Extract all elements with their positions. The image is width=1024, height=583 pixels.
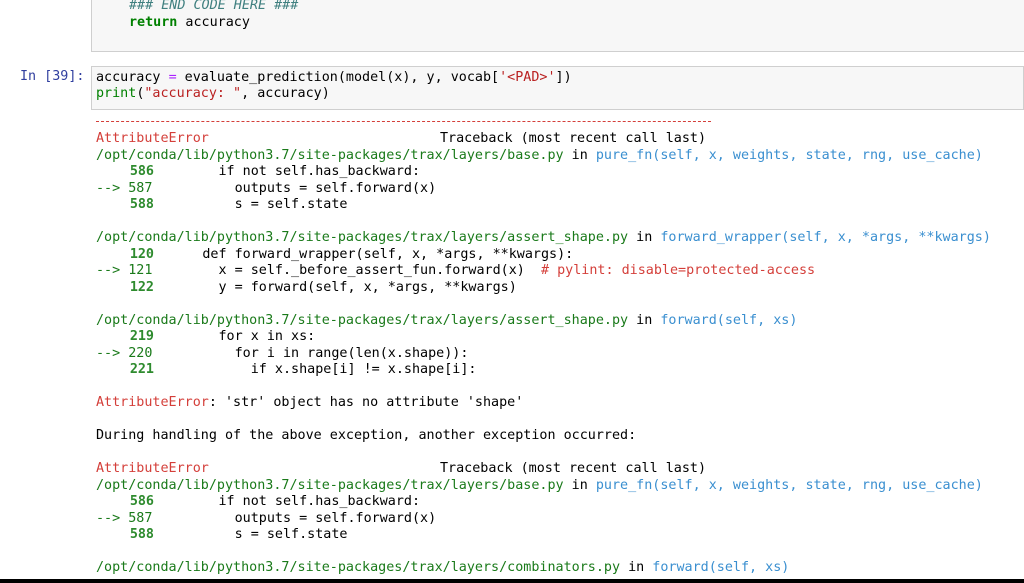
frame-4-location: /opt/conda/lib/python3.7/site-packages/t…	[96, 478, 983, 493]
end-code-comment: ### END CODE HERE ###	[129, 0, 299, 13]
frame-5-location: /opt/conda/lib/python3.7/site-packages/t…	[96, 560, 790, 575]
cell-prompt: In [39]:	[20, 69, 85, 84]
frame-2-line-3: 122 y = forward(self, x, *args, **kwargs…	[129, 280, 517, 295]
code-line-1: accuracy = evaluate_prediction(model(x),…	[96, 70, 572, 85]
return-value: accuracy	[177, 15, 250, 30]
frame-4-line-1: 586 if not self.has_backward:	[129, 494, 421, 509]
frame-2-line-1: 120 def forward_wrapper(self, x, *args, …	[129, 247, 574, 262]
during-handling-text: During handling of the above exception, …	[96, 428, 637, 443]
frame-2-location: /opt/conda/lib/python3.7/site-packages/t…	[96, 230, 991, 245]
frame-3-line-1: 219 for x in xs:	[129, 329, 316, 344]
traceback-separator	[96, 121, 711, 122]
code-line-2: print("accuracy: ", accuracy)	[96, 86, 330, 101]
error-message: AttributeError: 'str' object has no attr…	[96, 395, 524, 410]
frame-3-location: /opt/conda/lib/python3.7/site-packages/t…	[96, 313, 798, 328]
bottom-edge	[0, 579, 1024, 583]
frame-1-line-2: --> 587 outputs = self.forward(x)	[96, 181, 437, 196]
frame-4-line-3: 588 s = self.state	[129, 527, 348, 542]
return-line: return accuracy	[129, 15, 250, 32]
frame-3-line-3: 221 if x.shape[i] != x.shape[i]:	[129, 362, 477, 377]
frame-1-location: /opt/conda/lib/python3.7/site-packages/t…	[96, 148, 983, 163]
traceback-header-2: AttributeError Traceback (most recent cal…	[96, 461, 707, 476]
frame-1-line-3: 588 s = self.state	[129, 197, 348, 212]
traceback-header: AttributeError Traceback (most recent cal…	[96, 131, 707, 146]
frame-4-line-2: --> 587 outputs = self.forward(x)	[96, 511, 437, 526]
frame-3-line-2: --> 220 for i in range(len(x.shape)):	[96, 346, 469, 361]
frame-1-line-1: 586 if not self.has_backward:	[129, 164, 421, 179]
return-keyword: return	[129, 15, 178, 30]
frame-2-line-2: --> 121 x = self._before_assert_fun.forw…	[96, 263, 816, 278]
